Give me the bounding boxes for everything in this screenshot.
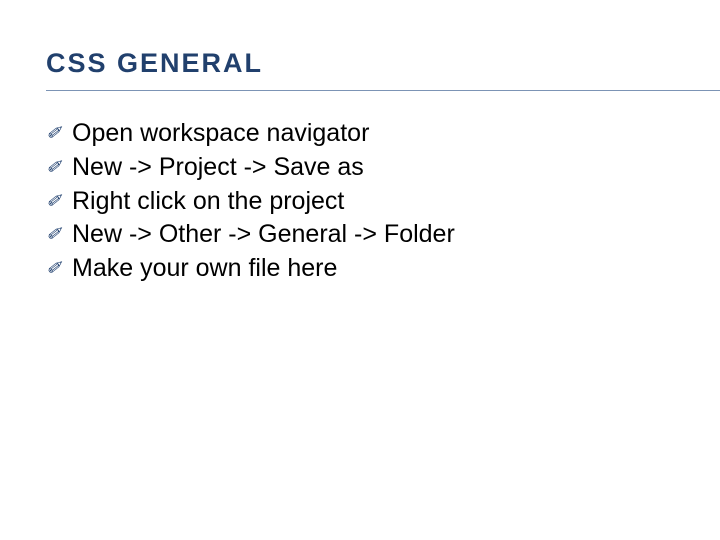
slide: CSS GENERAL ✐ Open workspace navigator ✐… bbox=[0, 0, 720, 540]
list-item-text: Open workspace navigator bbox=[72, 117, 674, 151]
list-item: ✐ Make your own file here bbox=[46, 252, 674, 286]
title-rule bbox=[46, 90, 720, 91]
list-item: ✐ Open workspace navigator bbox=[46, 117, 674, 151]
list-item-text: Right click on the project bbox=[72, 185, 674, 219]
list-item-text: Make your own file here bbox=[72, 252, 674, 286]
list-item: ✐ New -> Other -> General -> Folder bbox=[46, 218, 674, 252]
bullet-icon: ✐ bbox=[46, 218, 72, 246]
bullet-icon: ✐ bbox=[46, 117, 72, 145]
slide-title: CSS GENERAL bbox=[46, 48, 674, 79]
list-item-text: New -> Project -> Save as bbox=[72, 151, 674, 185]
list-item: ✐ Right click on the project bbox=[46, 185, 674, 219]
slide-body: ✐ Open workspace navigator ✐ New -> Proj… bbox=[46, 117, 674, 286]
list-item: ✐ New -> Project -> Save as bbox=[46, 151, 674, 185]
bullet-icon: ✐ bbox=[46, 151, 72, 179]
bullet-icon: ✐ bbox=[46, 252, 72, 280]
bullet-icon: ✐ bbox=[46, 185, 72, 213]
list-item-text: New -> Other -> General -> Folder bbox=[72, 218, 674, 252]
